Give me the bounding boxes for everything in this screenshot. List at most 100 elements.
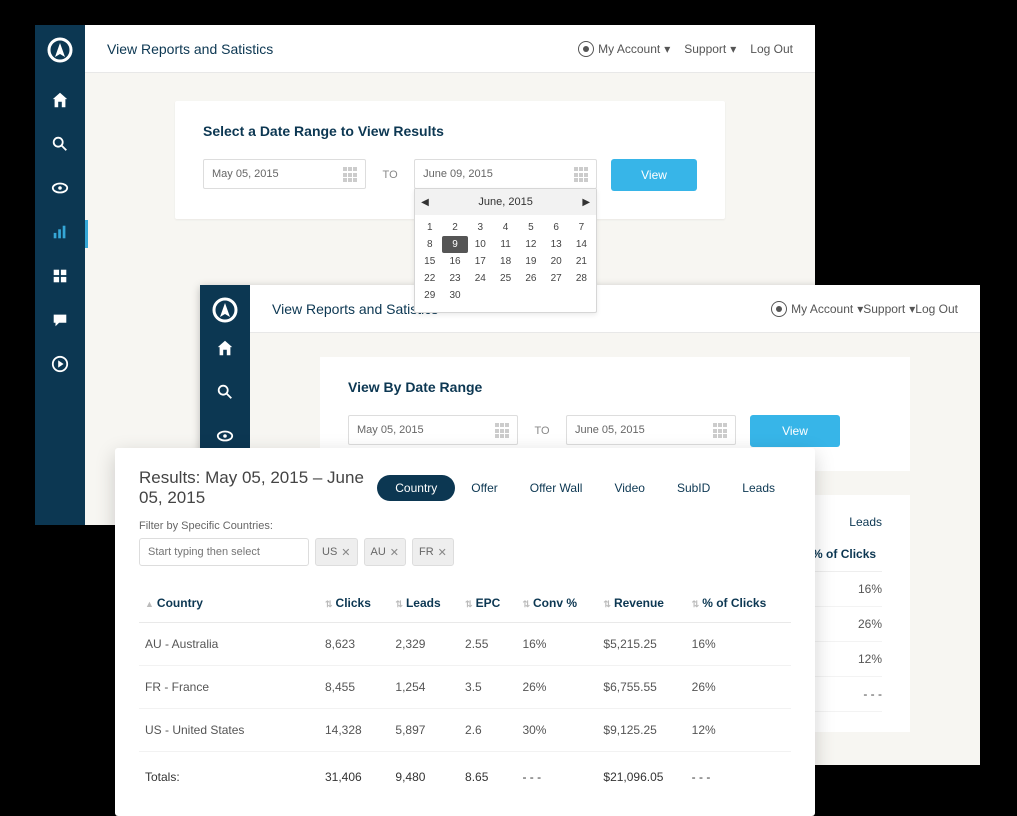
tab-offer[interactable]: Offer xyxy=(455,475,513,501)
to-date-input[interactable]: June 05, 2015 xyxy=(566,415,736,445)
calendar-day[interactable]: 22 xyxy=(417,270,442,287)
col-epc[interactable]: ⇅EPC xyxy=(459,584,516,623)
support-label: Support xyxy=(863,302,905,316)
close-icon[interactable]: ✕ xyxy=(390,546,399,559)
page-title: View Reports and Satistics xyxy=(107,41,564,57)
close-icon[interactable]: ✕ xyxy=(341,546,350,559)
my-account-menu[interactable]: My Account▾ xyxy=(578,41,670,57)
calendar-day[interactable]: 9 xyxy=(442,236,467,253)
calendar-day[interactable]: 7 xyxy=(569,219,594,236)
my-account-menu[interactable]: My Account▾ xyxy=(771,301,863,317)
prev-month-icon[interactable]: ◀ xyxy=(421,197,429,208)
support-menu[interactable]: Support▾ xyxy=(863,302,915,316)
calendar-day[interactable]: 29 xyxy=(417,287,442,304)
cell-leads: 1,254 xyxy=(389,666,459,709)
from-date-input[interactable]: May 05, 2015 xyxy=(203,159,366,189)
calendar-day[interactable]: 30 xyxy=(442,287,467,304)
calendar-day[interactable]: 23 xyxy=(442,270,467,287)
calendar-day[interactable]: 21 xyxy=(569,253,594,270)
cell-epc: 2.55 xyxy=(459,623,516,666)
view-button[interactable]: View xyxy=(750,415,840,447)
calendar-day[interactable]: 24 xyxy=(468,270,493,287)
sort-icon: ⇅ xyxy=(325,599,333,609)
cell-leads: 5,897 xyxy=(389,709,459,752)
nav-play-icon[interactable] xyxy=(35,344,85,388)
chevron-down-icon: ▾ xyxy=(730,42,736,56)
calendar-day[interactable]: 28 xyxy=(569,270,594,287)
nav-home-icon[interactable] xyxy=(35,80,85,124)
cell-epc: 2.6 xyxy=(459,709,516,752)
col-revenue[interactable]: ⇅Revenue xyxy=(597,584,685,623)
tab-offer-wall[interactable]: Offer Wall xyxy=(514,475,599,501)
chip-label: FR xyxy=(419,546,434,558)
cell-pct: 16% xyxy=(686,623,791,666)
from-date-input[interactable]: May 05, 2015 xyxy=(348,415,518,445)
tab-leads[interactable]: Leads xyxy=(849,515,882,529)
calendar-day[interactable]: 25 xyxy=(493,270,518,287)
calendar-day[interactable]: 10 xyxy=(468,236,493,253)
calendar-day[interactable]: 26 xyxy=(518,270,543,287)
cell-total: 31,406 xyxy=(319,752,389,799)
calendar-icon xyxy=(495,423,511,439)
sort-icon: ⇅ xyxy=(465,599,473,609)
nav-eye-icon[interactable] xyxy=(35,168,85,212)
calendar-day[interactable]: 13 xyxy=(544,236,569,253)
view-button[interactable]: View xyxy=(611,159,697,191)
calendar-day[interactable]: 16 xyxy=(442,253,467,270)
calendar-day[interactable]: 3 xyxy=(468,219,493,236)
tab-subid[interactable]: SubID xyxy=(661,475,726,501)
col--of-clicks[interactable]: ⇅% of Clicks xyxy=(686,584,791,623)
table-row: AU - Australia8,6232,3292.5516%$5,215.25… xyxy=(139,623,791,666)
calendar-day[interactable]: 19 xyxy=(518,253,543,270)
calendar-day[interactable]: 1 xyxy=(417,219,442,236)
calendar-day[interactable]: 11 xyxy=(493,236,518,253)
country-filter-input[interactable] xyxy=(139,538,309,566)
cell-total: - - - xyxy=(516,752,597,799)
next-month-icon[interactable]: ▶ xyxy=(582,197,590,208)
calendar-day[interactable]: 27 xyxy=(544,270,569,287)
nav-home-icon[interactable] xyxy=(200,328,250,372)
to-date-value: June 09, 2015 xyxy=(423,168,493,180)
panel-results-table: Results: May 05, 2015 – June 05, 2015 Co… xyxy=(115,448,815,816)
tab-leads[interactable]: Leads xyxy=(726,475,791,501)
chip-label: US xyxy=(322,546,337,558)
calendar-day[interactable]: 14 xyxy=(569,236,594,253)
close-icon[interactable]: ✕ xyxy=(438,546,447,559)
logout-link[interactable]: Log Out xyxy=(915,302,958,316)
filter-chip[interactable]: US ✕ xyxy=(315,538,358,566)
cell-country: AU - Australia xyxy=(139,623,319,666)
sort-icon: ⇅ xyxy=(603,599,611,609)
col-conv-[interactable]: ⇅Conv % xyxy=(516,584,597,623)
col-country[interactable]: ▲Country xyxy=(139,584,319,623)
nav-grid-icon[interactable] xyxy=(35,256,85,300)
calendar-day[interactable]: 4 xyxy=(493,219,518,236)
nav-chart-icon[interactable] xyxy=(35,212,85,256)
cell-clicks: 8,455 xyxy=(319,666,389,709)
calendar-day[interactable]: 12 xyxy=(518,236,543,253)
to-date-value: June 05, 2015 xyxy=(575,424,645,436)
tab-country[interactable]: Country xyxy=(377,475,455,501)
calendar-day[interactable]: 15 xyxy=(417,253,442,270)
calendar-day[interactable]: 17 xyxy=(468,253,493,270)
chevron-down-icon: ▾ xyxy=(664,42,670,56)
filter-label: Filter by Specific Countries: xyxy=(139,520,791,532)
calendar-day[interactable]: 20 xyxy=(544,253,569,270)
tab-video[interactable]: Video xyxy=(598,475,660,501)
filter-chip[interactable]: FR ✕ xyxy=(412,538,454,566)
calendar-day[interactable]: 6 xyxy=(544,219,569,236)
calendar-day[interactable]: 5 xyxy=(518,219,543,236)
support-menu[interactable]: Support▾ xyxy=(684,42,736,56)
col-leads[interactable]: ⇅Leads xyxy=(389,584,459,623)
cell-total: 9,480 xyxy=(389,752,459,799)
logout-link[interactable]: Log Out xyxy=(750,42,793,56)
nav-comment-icon[interactable] xyxy=(35,300,85,344)
nav-search-icon[interactable] xyxy=(35,124,85,168)
calendar-day[interactable]: 8 xyxy=(417,236,442,253)
calendar-day[interactable]: 2 xyxy=(442,219,467,236)
cell-total: $21,096.05 xyxy=(597,752,685,799)
filter-chip[interactable]: AU✕ xyxy=(364,538,407,566)
nav-search-icon[interactable] xyxy=(200,372,250,416)
to-date-input[interactable]: June 09, 2015 xyxy=(414,159,597,189)
calendar-day[interactable]: 18 xyxy=(493,253,518,270)
col-clicks[interactable]: ⇅Clicks xyxy=(319,584,389,623)
